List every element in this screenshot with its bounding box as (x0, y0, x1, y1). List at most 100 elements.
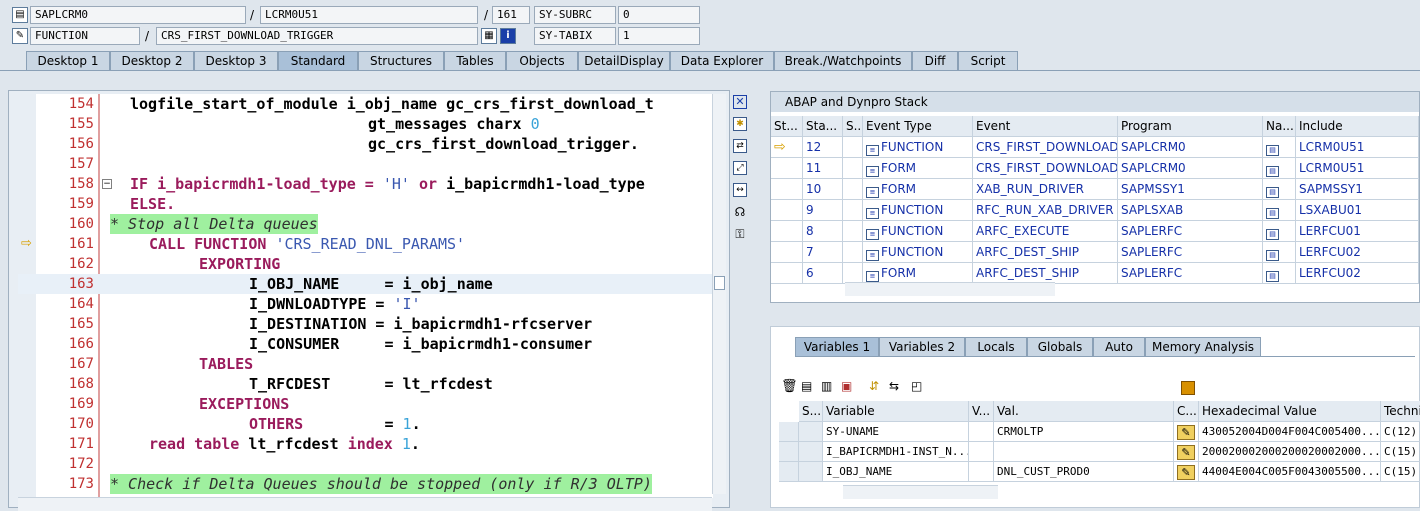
cell-text: XAB_RUN_DRIVER (976, 182, 1085, 196)
variable-row[interactable]: SY-UNAME CRMOLTP ✎ 430052004D004F004C005400… (779, 422, 1420, 443)
stack-cell: 9 (803, 200, 843, 221)
stack-row[interactable]: 6 ≡ FORM ARFC_DEST_SHIP SAPLERFC ▤ LERFCU02 (771, 263, 1419, 284)
tab-breakpoints[interactable]: Break./Watchpoints (774, 51, 912, 70)
shortcuts-icon[interactable]: ⚿ (733, 227, 747, 241)
variable-row[interactable]: I_OBJ_NAME DNL_CUST_PROD0 ✎ 44004E004C005F0… (779, 462, 1420, 483)
tab-script[interactable]: Script (958, 51, 1018, 70)
comment-line: * Stop all Delta queues (110, 214, 318, 234)
navigate-icon[interactable]: ▤ (1266, 229, 1279, 240)
navigate-icon[interactable]: ▤ (1266, 145, 1279, 156)
stack-horizontal-scrollbar[interactable] (845, 282, 1055, 296)
edit-icon[interactable]: ✎ (1177, 465, 1195, 480)
line-number: 169 (68, 396, 94, 412)
line-number: 165 (68, 316, 94, 332)
stack-row[interactable]: 8 ≡ FUNCTION ARFC_EXECUTE SAPLERFC ▤ LERFCU01 (771, 221, 1419, 242)
tab-structures[interactable]: Structures (358, 51, 444, 70)
swap-icon[interactable]: ↔ (733, 183, 747, 197)
variable-cell[interactable]: CRMOLTP (994, 422, 1174, 442)
column-header[interactable]: S... (843, 116, 863, 137)
tab-detail-display[interactable]: DetailDisplay (578, 51, 670, 70)
variable-cell (969, 462, 994, 482)
tab-tables[interactable]: Tables (444, 51, 506, 70)
stack-row[interactable]: 11 ≡ FORM CRS_FIRST_DOWNLOAD... SAPLCRM0 ▤ LCR… (771, 158, 1419, 179)
cell-text: 8 (806, 224, 814, 238)
column-header[interactable]: Event Type (863, 116, 973, 137)
navigate-icon[interactable]: ▤ (1266, 250, 1279, 261)
save-variants-icon[interactable]: ▣ (841, 379, 852, 393)
navigate-icon[interactable]: ▤ (1266, 166, 1279, 177)
column-header[interactable]: Program (1118, 116, 1263, 137)
tab-variables-2[interactable]: Variables 2 (879, 337, 965, 356)
column-header[interactable]: Val. (994, 401, 1174, 422)
column-header[interactable]: V... (969, 401, 994, 422)
source-code-editor[interactable]: 154 logfile_start_of_module i_obj_name gc… (18, 94, 713, 498)
tab-desktop-1[interactable]: Desktop 1 (26, 51, 110, 70)
delete-icon[interactable]: 🗑 (781, 379, 798, 394)
column-header[interactable]: S... (799, 401, 823, 422)
variable-row[interactable]: I_BAPICRMDH1-INST_N... ✎ 20002000200020002… (779, 442, 1420, 463)
navigate-icon[interactable]: ▤ (1266, 187, 1279, 198)
program-field: SAPLCRM0 (30, 6, 246, 24)
navigate-icon[interactable]: ▤ (1266, 271, 1279, 282)
services-icon[interactable]: ☊ (733, 205, 747, 219)
stack-row[interactable]: 7 ≡ FUNCTION ARFC_DEST_SHIP SAPLERFC ▤ LERFCU0… (771, 242, 1419, 263)
watchpoint-icon[interactable]: ◰ (911, 379, 922, 393)
tab-diff[interactable]: Diff (912, 51, 958, 70)
variable-cell: 200020002000200020002000... (1199, 442, 1381, 462)
export-icon[interactable]: ▥ (821, 379, 832, 393)
tab-objects[interactable]: Objects (506, 51, 578, 70)
transfer-icon[interactable]: ⇆ (889, 379, 899, 393)
tab-desktop-2[interactable]: Desktop 2 (110, 51, 194, 70)
column-header[interactable]: Include (1296, 116, 1419, 137)
close-icon[interactable]: ✕ (733, 95, 747, 109)
stack-panel-title: ABAP and Dynpro Stack (771, 92, 1419, 112)
variable-cell[interactable]: DNL_CUST_PROD0 (994, 462, 1174, 482)
save-icon[interactable] (1181, 381, 1195, 395)
stack-cell (843, 263, 863, 284)
full-screen-icon[interactable]: ⤢ (733, 161, 747, 175)
tab-locals[interactable]: Locals (965, 337, 1027, 356)
column-header[interactable]: C... (1174, 401, 1199, 422)
sort-icon[interactable]: ⇵ (869, 379, 879, 393)
variable-cell (799, 422, 823, 442)
subrc-value: 0 (618, 6, 700, 24)
import-icon[interactable]: ▤ (801, 379, 812, 393)
tab-memory-analysis[interactable]: Memory Analysis (1145, 337, 1261, 356)
stack-row[interactable]: 9 ≡ FUNCTION RFC_RUN_XAB_DRIVER SAPLSXAB ▤ LSX… (771, 200, 1419, 221)
tab-globals[interactable]: Globals (1027, 337, 1093, 356)
variables-panel: Variables 1 Variables 2 Locals Globals Auto M… (770, 326, 1420, 508)
column-header[interactable]: Na... (1263, 116, 1296, 137)
cell-text: FUNCTION (881, 245, 944, 259)
column-header[interactable]: Event (973, 116, 1118, 137)
navigate-icon[interactable]: ▤ (1266, 208, 1279, 219)
column-header[interactable]: Hexadecimal Value (1199, 401, 1381, 422)
column-header[interactable]: Sta... (803, 116, 843, 137)
stack-row[interactable]: 10 ≡ FORM XAB_RUN_DRIVER SAPMSSY1 ▤ SAPMSSY1 (771, 179, 1419, 200)
edit-icon[interactable]: ✎ (1177, 445, 1195, 460)
editor-horizontal-scrollbar[interactable] (18, 497, 712, 511)
variable-cell[interactable] (994, 442, 1174, 462)
code-line: EXCEPTIONS (199, 395, 290, 413)
new-tool-icon[interactable]: ✱ (733, 117, 747, 131)
replace-tool-icon[interactable]: ⇄ (733, 139, 747, 153)
current-frame-arrow-icon: ⇨ (774, 139, 786, 155)
stack-row[interactable]: ⇨ 12 ≡ FUNCTION CRS_FIRST_DOWNLOAD... SAPLCRM… (771, 137, 1419, 158)
tab-desktop-3[interactable]: Desktop 3 (194, 51, 278, 70)
column-header[interactable]: St... (771, 116, 803, 137)
info-icon[interactable]: i (500, 28, 516, 44)
display-source-icon[interactable]: ▦ (481, 28, 497, 44)
column-header[interactable]: Variable (823, 401, 969, 422)
stack-cell: SAPLERFC (1118, 242, 1263, 263)
column-header[interactable]: Techni (1381, 401, 1420, 422)
tab-data-explorer[interactable]: Data Explorer (670, 51, 774, 70)
edit-icon[interactable]: ✎ (1177, 425, 1195, 440)
tab-standard[interactable]: Standard (278, 51, 358, 70)
comment-line: * Check if Delta Queues should be stoppe… (110, 474, 652, 494)
collapse-toggle-icon[interactable]: − (102, 179, 112, 189)
variables-horizontal-scrollbar[interactable] (843, 485, 998, 499)
variable-cell: C(15) (1381, 442, 1420, 462)
editor-vertical-scrollbar[interactable] (712, 94, 726, 494)
tab-variables-1[interactable]: Variables 1 (795, 337, 879, 356)
tab-auto[interactable]: Auto (1093, 337, 1145, 356)
line-number: 164 (68, 296, 94, 312)
